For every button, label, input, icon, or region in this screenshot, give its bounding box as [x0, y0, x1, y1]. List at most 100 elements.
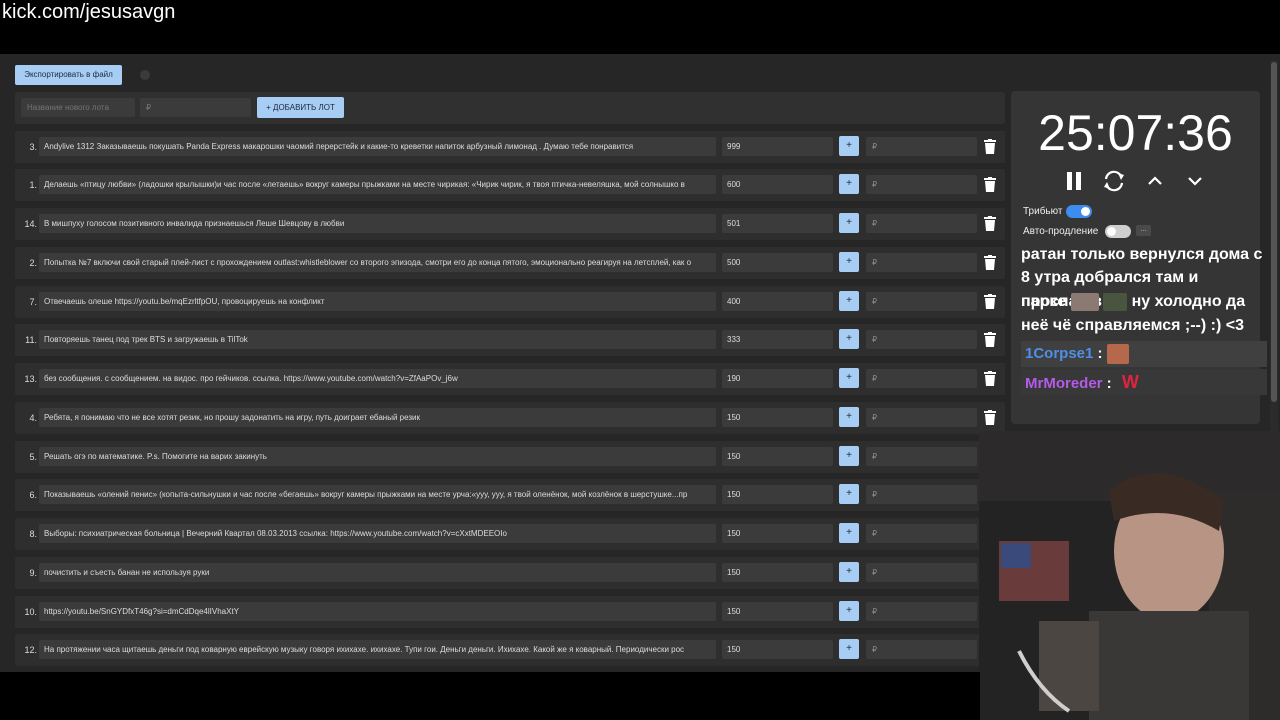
delete-lot-button[interactable]: [984, 371, 996, 386]
lot-amount-field[interactable]: 150: [722, 485, 833, 504]
lot-title-field[interactable]: почистить и съесть банан не используя ру…: [39, 563, 716, 582]
delete-lot-button[interactable]: [984, 177, 996, 192]
lot-number: 4.: [29, 413, 37, 423]
lot-amount-field[interactable]: 190: [722, 369, 833, 388]
lot-amount-field[interactable]: 150: [722, 602, 833, 621]
lot-add-amount-input[interactable]: ₽: [866, 447, 977, 466]
new-lot-amount-input[interactable]: [140, 98, 251, 117]
pause-button[interactable]: [1061, 168, 1087, 194]
trash-icon: [984, 371, 996, 386]
more-options-button[interactable]: ...: [1136, 225, 1151, 236]
lot-add-amount-input[interactable]: ₽: [866, 330, 977, 349]
lot-title-field[interactable]: Попытка №7 включи свой старый плей-лист …: [39, 253, 716, 272]
lot-title-field[interactable]: Повторяешь танец под трек BTS и загружае…: [39, 330, 716, 349]
lot-add-amount-input[interactable]: ₽: [866, 602, 977, 621]
lot-add-amount-button[interactable]: +: [839, 329, 859, 349]
lot-amount-field[interactable]: 600: [722, 175, 833, 194]
emote-image: [1106, 344, 1129, 365]
lot-add-amount-input[interactable]: ₽: [866, 292, 977, 311]
lot-amount-field[interactable]: 400: [722, 292, 833, 311]
lot-add-amount-button[interactable]: +: [839, 446, 859, 466]
lot-row: 6. Показываешь «олений пенис» (копыта-си…: [15, 479, 1005, 511]
delete-lot-button[interactable]: [984, 294, 996, 309]
decrease-time-button[interactable]: [1182, 168, 1208, 194]
lot-row: 11. Повторяешь танец под трек BTS и загр…: [15, 324, 1005, 356]
trash-icon: [984, 139, 996, 154]
lot-add-amount-button[interactable]: +: [839, 562, 859, 582]
lot-add-amount-input[interactable]: ₽: [866, 485, 977, 504]
chat-username[interactable]: 1Corpse1: [1025, 345, 1093, 362]
lot-amount-field[interactable]: 150: [722, 447, 833, 466]
export-to-file-button[interactable]: Экспортировать в файл: [15, 65, 122, 85]
w-emote: W: [1121, 372, 1139, 392]
lot-title-field[interactable]: Выборы: психиатрическая больница | Вечер…: [39, 524, 716, 543]
trash-icon: [984, 177, 996, 192]
scrollbar-thumb[interactable]: [1271, 62, 1277, 402]
lot-amount-field[interactable]: 501: [722, 214, 833, 233]
lot-title-field[interactable]: https://youtu.be/SnGYDfxT46g?si=dmCdDqe4…: [39, 602, 716, 621]
lot-amount-field[interactable]: 500: [722, 253, 833, 272]
lot-title-field[interactable]: На протяжении часа щитаешь деньги под ко…: [39, 640, 716, 659]
lot-amount-field[interactable]: 333: [722, 330, 833, 349]
lot-amount-field[interactable]: 999: [722, 137, 833, 156]
delete-lot-button[interactable]: [984, 139, 996, 154]
lot-add-amount-input[interactable]: ₽: [866, 369, 977, 388]
lot-add-amount-button[interactable]: +: [839, 484, 859, 504]
lot-add-amount-button[interactable]: +: [839, 136, 859, 156]
add-lot-button[interactable]: + ДОБАВИТЬ ЛОТ: [257, 97, 344, 118]
lot-row: 14. В мишпуху голосом позитивного инвали…: [15, 208, 1005, 240]
lot-title-field[interactable]: Andylive 1312 Заказываешь покушать Panda…: [39, 137, 716, 156]
lot-add-amount-button[interactable]: +: [839, 368, 859, 388]
lot-amount-field[interactable]: 150: [722, 563, 833, 582]
delete-lot-button[interactable]: [984, 216, 996, 231]
lot-title-field[interactable]: В мишпуху голосом позитивного инвалида п…: [39, 214, 716, 233]
lot-add-amount-button[interactable]: +: [839, 601, 859, 621]
delete-lot-button[interactable]: [984, 410, 996, 425]
chevron-down-icon: [1188, 177, 1202, 186]
lot-amount-field[interactable]: 150: [722, 408, 833, 427]
reset-button[interactable]: [1101, 168, 1127, 194]
delete-lot-button[interactable]: [984, 332, 996, 347]
lot-title-field[interactable]: Делаешь «птицу любви» (ладошки крылышки)…: [39, 175, 716, 194]
lot-title-field[interactable]: Отвечаешь олеше https://youtu.be/mqEzrlt…: [39, 292, 716, 311]
lot-number: 12.: [24, 645, 37, 655]
lot-add-amount-input[interactable]: ₽: [866, 563, 977, 582]
webcam-image: [979, 431, 1280, 720]
lot-amount-field[interactable]: 150: [722, 640, 833, 659]
lot-add-amount-button[interactable]: +: [839, 291, 859, 311]
lot-add-amount-input[interactable]: ₽: [866, 175, 977, 194]
webcam-feed: [979, 431, 1280, 720]
delete-lot-button[interactable]: [984, 255, 996, 270]
lot-number: 5.: [29, 452, 37, 462]
lot-add-amount-input[interactable]: ₽: [866, 253, 977, 272]
lot-title-field[interactable]: Ребята, я понимаю что не все хотят резик…: [39, 408, 716, 427]
trash-icon: [984, 216, 996, 231]
lot-title-field[interactable]: Решать огэ по математике. P.s. Помогите …: [39, 447, 716, 466]
auto-extend-toggle[interactable]: [1105, 225, 1131, 238]
lot-add-amount-input[interactable]: ₽: [866, 524, 977, 543]
lot-amount-field[interactable]: 150: [722, 524, 833, 543]
lot-row: 9. почистить и съесть банан не используя…: [15, 557, 1005, 589]
lot-title-field[interactable]: без сообщения. с сообщением. на видос. п…: [39, 369, 716, 388]
lot-add-amount-button[interactable]: +: [839, 174, 859, 194]
lot-add-amount-input[interactable]: ₽: [866, 137, 977, 156]
lot-number: 11.: [25, 335, 37, 345]
toggle-knob: [1081, 207, 1090, 216]
tribute-toggle[interactable]: [1066, 205, 1092, 218]
lot-add-amount-button[interactable]: +: [839, 252, 859, 272]
lot-add-amount-button[interactable]: +: [839, 523, 859, 543]
lot-add-amount-input[interactable]: ₽: [866, 640, 977, 659]
chat-username[interactable]: MrMoreder: [1025, 375, 1103, 392]
lot-add-amount-input[interactable]: ₽: [866, 408, 977, 427]
lot-add-amount-button[interactable]: +: [839, 213, 859, 233]
lot-add-amount-button[interactable]: +: [839, 407, 859, 427]
lot-add-amount-input[interactable]: ₽: [866, 214, 977, 233]
lot-number: 8.: [29, 529, 37, 539]
lot-add-amount-button[interactable]: +: [839, 639, 859, 659]
status-dot: [140, 70, 150, 80]
increase-time-button[interactable]: [1142, 168, 1168, 194]
lot-title-field[interactable]: Показываешь «олений пенис» (копыта-сильн…: [39, 485, 716, 504]
new-lot-name-input[interactable]: [21, 98, 135, 117]
chat-message-text: парке: [1021, 293, 1067, 310]
lot-number: 9.: [29, 568, 37, 578]
